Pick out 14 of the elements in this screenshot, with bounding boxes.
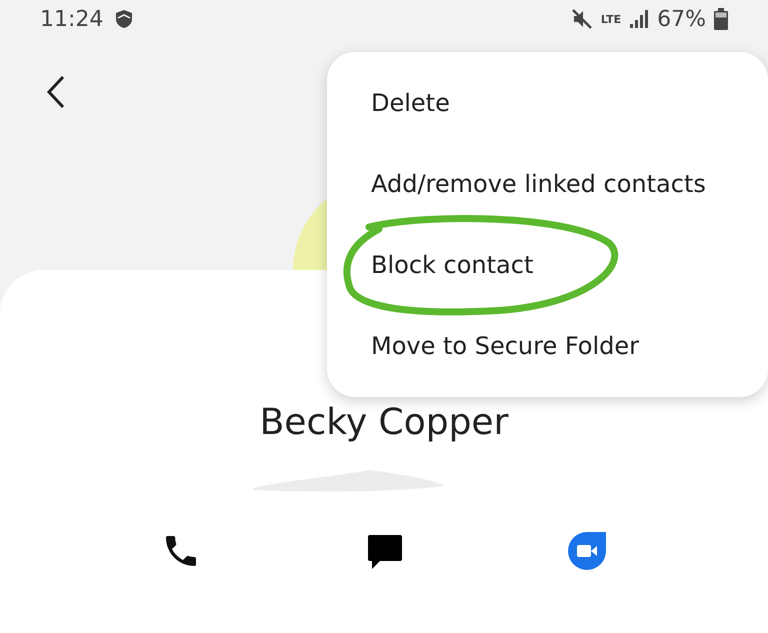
shield-icon bbox=[115, 9, 134, 29]
menu-item[interactable]: Block contact bbox=[371, 247, 534, 284]
menu-item[interactable]: Add/remove linked contacts bbox=[371, 166, 706, 202]
signal-icon bbox=[629, 9, 650, 29]
network-type: LTE bbox=[600, 14, 622, 24]
battery-percentage: 67% bbox=[657, 6, 706, 34]
back-chevron-icon bbox=[46, 75, 66, 109]
mute-icon bbox=[570, 8, 593, 30]
clock: 11:24 bbox=[40, 6, 104, 34]
menu-item[interactable]: Delete bbox=[371, 84, 450, 121]
contact-name: Becky Copper bbox=[260, 401, 508, 445]
menu-item[interactable]: Move to Secure Folder bbox=[371, 328, 640, 364]
battery-icon bbox=[714, 8, 728, 30]
video-call-icon[interactable] bbox=[566, 530, 608, 572]
